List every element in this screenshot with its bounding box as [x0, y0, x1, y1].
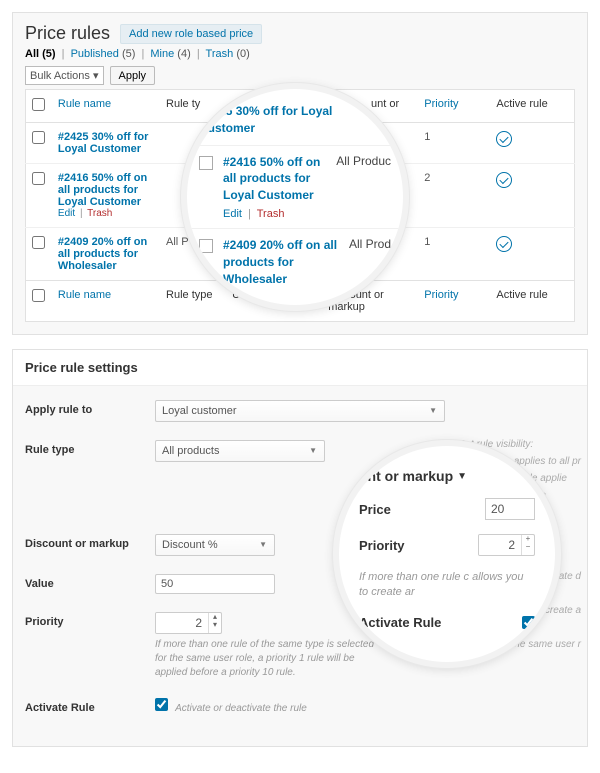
- settings-heading: Price rule settings: [13, 350, 587, 386]
- filter-mine[interactable]: Mine (4): [150, 48, 190, 60]
- apply-bulk-button[interactable]: Apply: [110, 66, 156, 85]
- zoom-activate-checkbox[interactable]: [522, 616, 535, 629]
- magnifier-lens-bottom: unt or markup ▼ Price Priority +− If mor…: [333, 440, 561, 668]
- view-filters: All (5) | Published (5) | Mine (4) | Tra…: [25, 48, 575, 60]
- discount-or-markup-label: Discount or markup: [25, 534, 135, 550]
- edit-link[interactable]: Edit: [58, 208, 75, 219]
- apply-rule-to-select[interactable]: Loyal customer: [155, 400, 445, 422]
- filter-trash[interactable]: Trash (0): [206, 48, 250, 60]
- value-label: Value: [25, 574, 135, 590]
- select-all-checkbox[interactable]: [32, 98, 45, 111]
- col-rule-name[interactable]: Rule name: [52, 90, 160, 123]
- trash-link[interactable]: Trash: [257, 208, 285, 220]
- page-title: Price rules: [25, 23, 110, 44]
- col-active[interactable]: Active rule: [490, 90, 574, 123]
- row-checkbox[interactable]: [199, 239, 213, 253]
- row-checkbox[interactable]: [32, 131, 45, 144]
- priority-input[interactable]: [156, 613, 208, 633]
- step-down-icon[interactable]: ▾: [209, 621, 221, 629]
- zoom-activate-label: Activate Rule: [359, 615, 441, 630]
- step-down-icon[interactable]: −: [522, 543, 534, 551]
- rule-link[interactable]: #2425 30% off for Loyal Customer: [52, 123, 160, 164]
- value-input[interactable]: [155, 574, 275, 594]
- zoom-priority-input[interactable]: [479, 535, 521, 555]
- rule-type-select[interactable]: All products: [155, 440, 325, 462]
- filter-all[interactable]: All (5): [25, 48, 56, 60]
- edit-link[interactable]: Edit: [223, 208, 242, 220]
- row-checkbox[interactable]: [199, 156, 213, 170]
- priority-stepper[interactable]: ▴▾: [155, 612, 222, 634]
- rule-type-label: Rule type: [25, 440, 135, 456]
- active-check-icon: [496, 131, 512, 147]
- price-rules-panel: Price rules Add new role based price All…: [12, 12, 588, 335]
- apply-rule-to-label: Apply rule to: [25, 400, 135, 416]
- active-check-icon: [496, 236, 512, 252]
- active-check-icon: [496, 172, 512, 188]
- price-rule-settings-panel: Price rule settings Apply rule to Loyal …: [12, 349, 588, 747]
- zoom-priority-label: Priority: [359, 538, 405, 553]
- magnifier-lens-top: #2425 30% off for Loyal Customer All #24…: [181, 83, 409, 311]
- row-checkbox[interactable]: [32, 172, 45, 185]
- priority-label: Priority: [25, 612, 135, 628]
- row-checkbox[interactable]: [32, 236, 45, 249]
- zoom-priority-stepper[interactable]: +−: [478, 534, 535, 556]
- add-new-rule-button[interactable]: Add new role based price: [120, 24, 262, 44]
- filter-published[interactable]: Published (5): [71, 48, 136, 60]
- bulk-actions-select[interactable]: Bulk Actions ▾: [25, 66, 104, 85]
- discount-or-markup-select[interactable]: Discount %: [155, 534, 275, 556]
- select-all-checkbox-footer[interactable]: [32, 289, 45, 302]
- rule-link[interactable]: #2409 20% off on all products for Wholes…: [52, 228, 160, 281]
- activate-rule-label: Activate Rule: [25, 698, 135, 714]
- trash-link[interactable]: Trash: [87, 208, 112, 219]
- chevron-down-icon: ▼: [457, 471, 467, 482]
- zoom-price-input[interactable]: [485, 498, 535, 520]
- rule-link[interactable]: #2416 50% off on all products for Loyal …: [58, 172, 147, 208]
- activate-rule-checkbox[interactable]: [155, 698, 168, 711]
- col-priority[interactable]: Priority: [418, 90, 490, 123]
- zoom-price-label: Price: [359, 502, 391, 517]
